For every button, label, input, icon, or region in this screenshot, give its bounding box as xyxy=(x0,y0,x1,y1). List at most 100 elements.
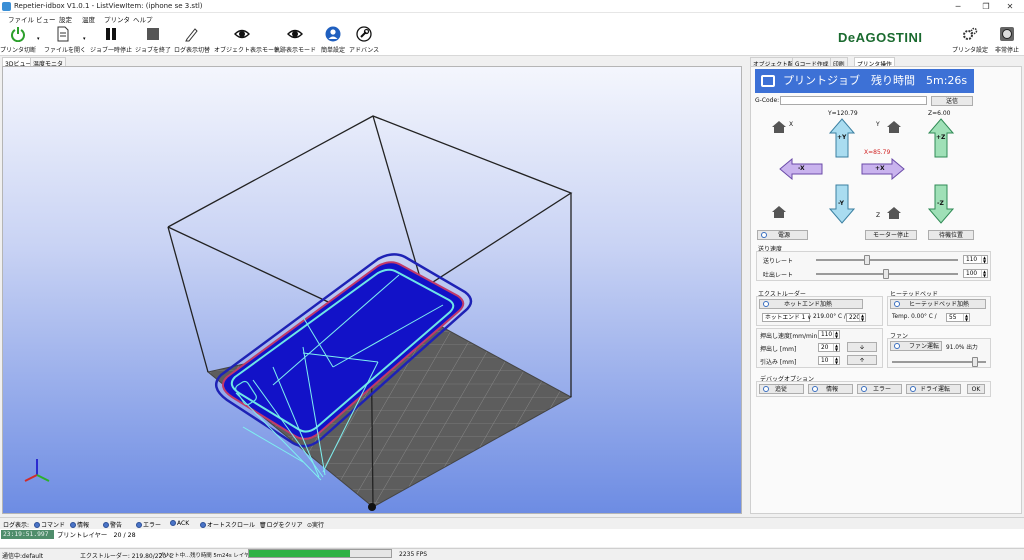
debug-info-toggle[interactable]: 情報 xyxy=(808,384,853,394)
menu-settings[interactable]: 設定 xyxy=(59,14,72,24)
status-connection: 通信中:default xyxy=(2,553,44,560)
jog-minus-z-button[interactable]: -Z xyxy=(927,184,955,224)
debug-error-toggle[interactable]: エラー xyxy=(857,384,902,394)
radio-indicator xyxy=(763,386,769,392)
toggle-log-button[interactable]: ログ表示切替 xyxy=(172,25,212,55)
log-filter-error[interactable]: エラー xyxy=(136,520,161,529)
x-readout: X=85.79 xyxy=(864,149,891,156)
feed-rate-thumb[interactable] xyxy=(863,255,870,265)
z-readout: Z=6.00 xyxy=(928,110,951,117)
eye-icon xyxy=(287,29,303,39)
radio-indicator xyxy=(763,301,769,307)
home-icon xyxy=(887,207,901,219)
flow-rate-input[interactable]: 100 ▲ ▼ xyxy=(963,269,988,278)
bed-temp: Temp. 0.00° C / xyxy=(892,314,937,320)
hotend-heat-toggle[interactable]: ホットエンド加熱 xyxy=(759,299,863,309)
log-filter-info[interactable]: 情報 xyxy=(70,520,89,529)
printer-settings-button[interactable]: プリンタ設定 xyxy=(952,25,988,55)
pause-job-label: ジョブ一時停止 xyxy=(89,47,132,54)
arrow-up-icon: 🡩 xyxy=(859,357,865,364)
easy-settings-label: 簡単設定 xyxy=(320,47,345,54)
home-z-button[interactable] xyxy=(886,206,902,220)
debug-ok-button[interactable]: OK xyxy=(967,384,985,394)
gcode-label: G-Code: xyxy=(755,97,780,104)
object-view-mode-button[interactable]: オブジェクト表示モード xyxy=(214,25,280,55)
park-button[interactable]: 待機位置 xyxy=(928,230,974,240)
title-bar: Repetier-idbox V1.0.1 - ListViewItem: (i… xyxy=(0,0,1024,13)
extrude-speed-input[interactable]: 110 ▲ ▼ xyxy=(818,330,840,339)
close-button[interactable]: ✕ xyxy=(996,0,1024,13)
feed-rate-label: 送りレート xyxy=(763,258,794,265)
home-icon xyxy=(772,121,786,133)
minimize-button[interactable]: ─ xyxy=(944,0,972,13)
radio-indicator xyxy=(761,232,767,238)
job-status-bar: プリントジョブ 残り時間 5m:26s xyxy=(755,69,974,93)
power-toggle[interactable]: 電源 xyxy=(757,230,808,240)
extrude-button[interactable]: 🡫 xyxy=(847,342,877,352)
hotend-select[interactable]: ホットエンド 1 ∨ xyxy=(762,313,812,322)
home-all-button[interactable] xyxy=(771,205,787,219)
gcode-input[interactable] xyxy=(780,96,927,105)
easy-settings-button[interactable]: 簡単設定 xyxy=(318,25,348,55)
home-y-button[interactable] xyxy=(886,120,902,134)
jog-plus-y-button[interactable]: +Y xyxy=(828,118,856,158)
log-filter-warning[interactable]: 警告 xyxy=(103,520,122,529)
fan-thumb[interactable] xyxy=(972,357,979,367)
toggle-log-label: ログ表示切替 xyxy=(173,47,210,54)
feed-rate-slider[interactable] xyxy=(816,259,958,261)
jog-minus-y-button[interactable]: -Y xyxy=(828,184,856,224)
radio-indicator xyxy=(170,520,176,526)
extrude-length-input[interactable]: 20 ▲ ▼ xyxy=(818,343,840,352)
disconnect-button[interactable]: プリンタ切断 xyxy=(0,25,36,55)
flow-rate-thumb[interactable] xyxy=(882,269,889,279)
menu-printer[interactable]: プリンタ xyxy=(104,14,130,24)
log-clear-button[interactable]: 🗑ログをクリア xyxy=(259,520,303,529)
3d-view[interactable] xyxy=(2,66,742,514)
menu-view[interactable]: ビュー xyxy=(36,14,56,24)
home-z-label: Z xyxy=(876,212,881,219)
menu-file[interactable]: ファイル xyxy=(8,14,34,24)
jog-plus-x-button[interactable]: +X xyxy=(861,157,905,181)
log-lines xyxy=(0,529,1024,547)
path-view-mode-button[interactable]: 軌跡表示モード xyxy=(273,25,317,55)
menu-help[interactable]: ヘルプ xyxy=(133,14,153,24)
retract-length-input[interactable]: 10 ▲ ▼ xyxy=(818,356,840,365)
debug-dry-run-toggle[interactable]: ドライ運転 xyxy=(906,384,961,394)
home-x-button[interactable] xyxy=(771,120,787,134)
jog-plus-z-button[interactable]: +Z xyxy=(927,118,955,158)
debug-echo-toggle[interactable]: 追従 xyxy=(759,384,804,394)
log-label: ログ表示: xyxy=(3,522,30,529)
send-button[interactable]: 送信 xyxy=(931,96,973,106)
pause-icon xyxy=(106,28,116,40)
power-icon xyxy=(11,27,25,42)
hotend-target-input[interactable]: 220 ▲ ▼ xyxy=(846,313,866,322)
printer-settings-label: プリンタ設定 xyxy=(952,47,989,54)
retract-button[interactable]: 🡩 xyxy=(847,355,877,365)
advanced-button[interactable]: アドバンス xyxy=(349,25,379,55)
log-filter-ack[interactable]: ACK xyxy=(170,520,189,527)
feed-rate-input[interactable]: 110 ▲ ▼ xyxy=(963,255,988,264)
open-file-button[interactable]: ファイルを開く xyxy=(44,25,86,55)
chevron-down-icon[interactable]: ▾ xyxy=(37,36,40,42)
retract-length-label: 引込み [mm] xyxy=(760,359,797,366)
menu-temperature[interactable]: 温度 xyxy=(82,14,95,24)
pause-job-button[interactable]: ジョブ一時停止 xyxy=(89,25,133,55)
radio-indicator xyxy=(894,343,900,349)
motor-stop-button[interactable]: モーター停止 xyxy=(865,230,917,240)
bed-target-input[interactable]: 55 ▲ ▼ xyxy=(946,313,970,322)
home-x-label: X xyxy=(789,121,794,128)
jog-minus-x-button[interactable]: -X xyxy=(779,157,823,181)
chevron-down-icon[interactable]: ▾ xyxy=(83,36,86,42)
log-filter-commands[interactable]: コマンド xyxy=(34,520,65,529)
log-run-button[interactable]: ⊙実行 xyxy=(307,520,324,529)
emergency-stop-button[interactable]: 非常停止 xyxy=(990,25,1024,55)
fan-toggle[interactable]: ファン運転 xyxy=(890,341,942,351)
advanced-label: アドバンス xyxy=(349,47,380,54)
bed-heat-toggle[interactable]: ヒーテッドベッド加熱 xyxy=(890,299,986,309)
emergency-stop-label: 非常停止 xyxy=(994,47,1019,54)
radio-indicator xyxy=(70,522,76,528)
home-y-label: Y xyxy=(876,121,880,128)
log-autoscroll[interactable]: オートスクロール xyxy=(200,520,255,529)
chevron-down-icon: ∨ xyxy=(807,315,812,321)
end-job-button[interactable]: ジョブを終了 xyxy=(134,25,172,55)
